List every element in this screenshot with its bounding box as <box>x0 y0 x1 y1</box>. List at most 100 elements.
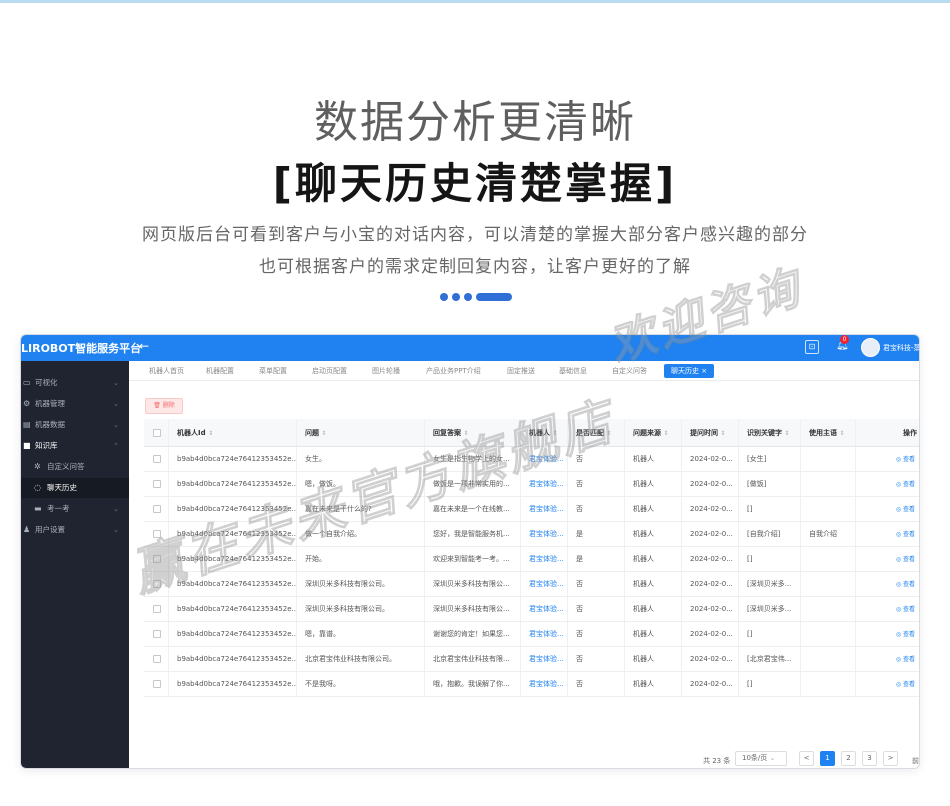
notification-badge: 0 <box>840 335 849 344</box>
table-cell: 否 <box>568 622 625 646</box>
table-cell: [做饭] <box>739 472 801 496</box>
back-arrow-icon[interactable]: ← <box>139 339 149 353</box>
view-button[interactable]: ◎ 查看 <box>856 672 919 696</box>
tab-startup-config[interactable]: 启动页配置 <box>312 366 347 376</box>
view-button[interactable]: ◎ 查看 <box>856 647 919 671</box>
table-cell[interactable]: 君宝体验... <box>521 522 568 546</box>
tab-product-ppt[interactable]: 产品业务PPT介绍 <box>426 366 481 376</box>
table-cell[interactable]: 君宝体验... <box>521 547 568 571</box>
avatar[interactable] <box>861 338 880 357</box>
tab-fixed-push[interactable]: 固定推送 <box>507 366 535 376</box>
tab-basic-info[interactable]: 基础信息 <box>559 366 587 376</box>
row-checkbox-cell <box>144 447 169 471</box>
column-header-label: 使用主语 <box>809 429 837 437</box>
table-cell[interactable]: 君宝体验... <box>521 447 568 471</box>
column-header[interactable]: 使用主语 ⇕ <box>801 419 856 446</box>
view-button[interactable]: ◎ 查看 <box>856 597 919 621</box>
page-button-3[interactable]: 3 <box>862 751 877 766</box>
table-cell: [深圳贝米多... <box>739 572 801 596</box>
table-cell: 机器人 <box>625 497 682 521</box>
table-cell: 开始。 <box>297 547 425 571</box>
data-icon: ▤ <box>23 420 31 429</box>
column-header[interactable]: 机器人 ⇕ <box>521 419 568 446</box>
row-checkbox[interactable] <box>153 655 161 663</box>
close-icon[interactable]: × <box>701 367 707 375</box>
prev-page-button[interactable]: < <box>799 751 814 766</box>
row-checkbox[interactable] <box>153 605 161 613</box>
sidebar-item-knowledge-base[interactable]: ■ 知识库 ⌃ <box>21 436 129 456</box>
page-button-2[interactable]: 2 <box>841 751 856 766</box>
table-cell[interactable]: 君宝体验... <box>521 497 568 521</box>
column-header[interactable]: 机器人Id ⇕ <box>169 419 297 446</box>
table-cell <box>801 497 856 521</box>
view-button[interactable]: ◎ 查看 <box>856 497 919 521</box>
fullscreen-icon[interactable]: ⊡ <box>805 340 819 354</box>
view-button[interactable]: ◎ 查看 <box>856 472 919 496</box>
user-name[interactable]: 君宝科技-蒸 <box>883 343 919 353</box>
row-checkbox-cell <box>144 672 169 696</box>
sidebar-item-machine-data[interactable]: ▤ 机器数据 ⌄ <box>21 415 129 435</box>
select-all-checkbox[interactable] <box>153 429 161 437</box>
table-cell <box>801 572 856 596</box>
sidebar-item-label: 机器管理 <box>35 399 65 408</box>
table-cell[interactable]: 君宝体验... <box>521 672 568 696</box>
view-button[interactable]: ◎ 查看 <box>856 572 919 596</box>
page-size-select[interactable]: 10条/页 ⌄ <box>735 751 787 766</box>
row-checkbox[interactable] <box>153 455 161 463</box>
sort-icon: ⇕ <box>208 430 214 437</box>
hero-description-line-2: 也可根据客户的需求定制回复内容，让客户更好的了解 <box>259 257 691 277</box>
delete-button[interactable]: 🗑 删除 <box>145 398 183 414</box>
view-button[interactable]: ◎ 查看 <box>856 447 919 471</box>
table-cell: 做一个自我介绍。 <box>297 522 425 546</box>
table-cell: 机器人 <box>625 672 682 696</box>
tab-chat-history[interactable]: 聊天历史 × <box>664 364 715 378</box>
row-checkbox[interactable] <box>153 555 161 563</box>
column-header[interactable]: 问题 ⇕ <box>297 419 425 446</box>
tab-image-carousel[interactable]: 图片轮播 <box>372 366 400 376</box>
column-header[interactable]: 是否匹配 ⇕ <box>568 419 625 446</box>
table-row: b9ab4d0bca724e76412353452e... 女生。 女生是指生物学上… <box>144 447 919 472</box>
row-checkbox[interactable] <box>153 505 161 513</box>
sidebar-item-quiz[interactable]: ▬ 考一考 ⌄ <box>21 499 129 519</box>
tab-machine-config[interactable]: 机器配置 <box>206 366 234 376</box>
gear-icon: ⚙ <box>23 399 31 408</box>
carousel-dots <box>440 293 512 301</box>
sidebar-item-machine-management[interactable]: ⚙ 机器管理 ⌄ <box>21 394 129 414</box>
column-header[interactable]: 提问时间 ⇕ <box>682 419 739 446</box>
table-cell[interactable]: 君宝体验... <box>521 622 568 646</box>
table-cell[interactable]: 君宝体验... <box>521 597 568 621</box>
column-header[interactable]: 问题来源 ⇕ <box>625 419 682 446</box>
tab-menu-config[interactable]: 菜单配置 <box>259 366 287 376</box>
table-row: b9ab4d0bca724e76412353452e... 深圳贝米多科技有限公司… <box>144 597 919 622</box>
table-cell: 是 <box>568 547 625 571</box>
view-button[interactable]: ◎ 查看 <box>856 522 919 546</box>
column-header[interactable]: 回复答案 ⇕ <box>425 419 521 446</box>
sidebar-item-chat-history[interactable]: ◌ 聊天历史 <box>21 478 129 498</box>
page-button-1[interactable]: 1 <box>820 751 835 766</box>
row-checkbox[interactable] <box>153 630 161 638</box>
table-cell: b9ab4d0bca724e76412353452e... <box>169 447 297 471</box>
table-cell: 北京君宝伟业科技有限... <box>425 647 521 671</box>
table-cell: 深圳贝米多科技有限公... <box>425 572 521 596</box>
sidebar-item-label: 用户设置 <box>35 525 65 534</box>
row-checkbox[interactable] <box>153 580 161 588</box>
sidebar-item-custom-qa[interactable]: ✲ 自定义问答 <box>21 457 129 477</box>
view-button[interactable]: ◎ 查看 <box>856 547 919 571</box>
table-cell <box>801 622 856 646</box>
table-cell[interactable]: 君宝体验... <box>521 647 568 671</box>
table-cell[interactable]: 君宝体验... <box>521 572 568 596</box>
row-checkbox[interactable] <box>153 680 161 688</box>
tab-custom-qa[interactable]: 自定义问答 <box>612 366 647 376</box>
sidebar-item-user-settings[interactable]: ♟ 用户设置 ⌄ <box>21 520 129 540</box>
table-cell: b9ab4d0bca724e76412353452e... <box>169 647 297 671</box>
settings-icon: ✲ <box>34 462 41 471</box>
table-row: b9ab4d0bca724e76412353452e... 嘉在未来是干什么的? 嘉… <box>144 497 919 522</box>
row-checkbox[interactable] <box>153 530 161 538</box>
tab-robot-home[interactable]: 机器人首页 <box>149 366 184 376</box>
table-cell[interactable]: 君宝体验... <box>521 472 568 496</box>
view-button[interactable]: ◎ 查看 <box>856 622 919 646</box>
column-header[interactable]: 识别关键字 ⇕ <box>739 419 801 446</box>
row-checkbox[interactable] <box>153 480 161 488</box>
sidebar-item-visualization[interactable]: ▭ 可视化 ⌄ <box>21 373 129 393</box>
next-page-button[interactable]: > <box>883 751 898 766</box>
